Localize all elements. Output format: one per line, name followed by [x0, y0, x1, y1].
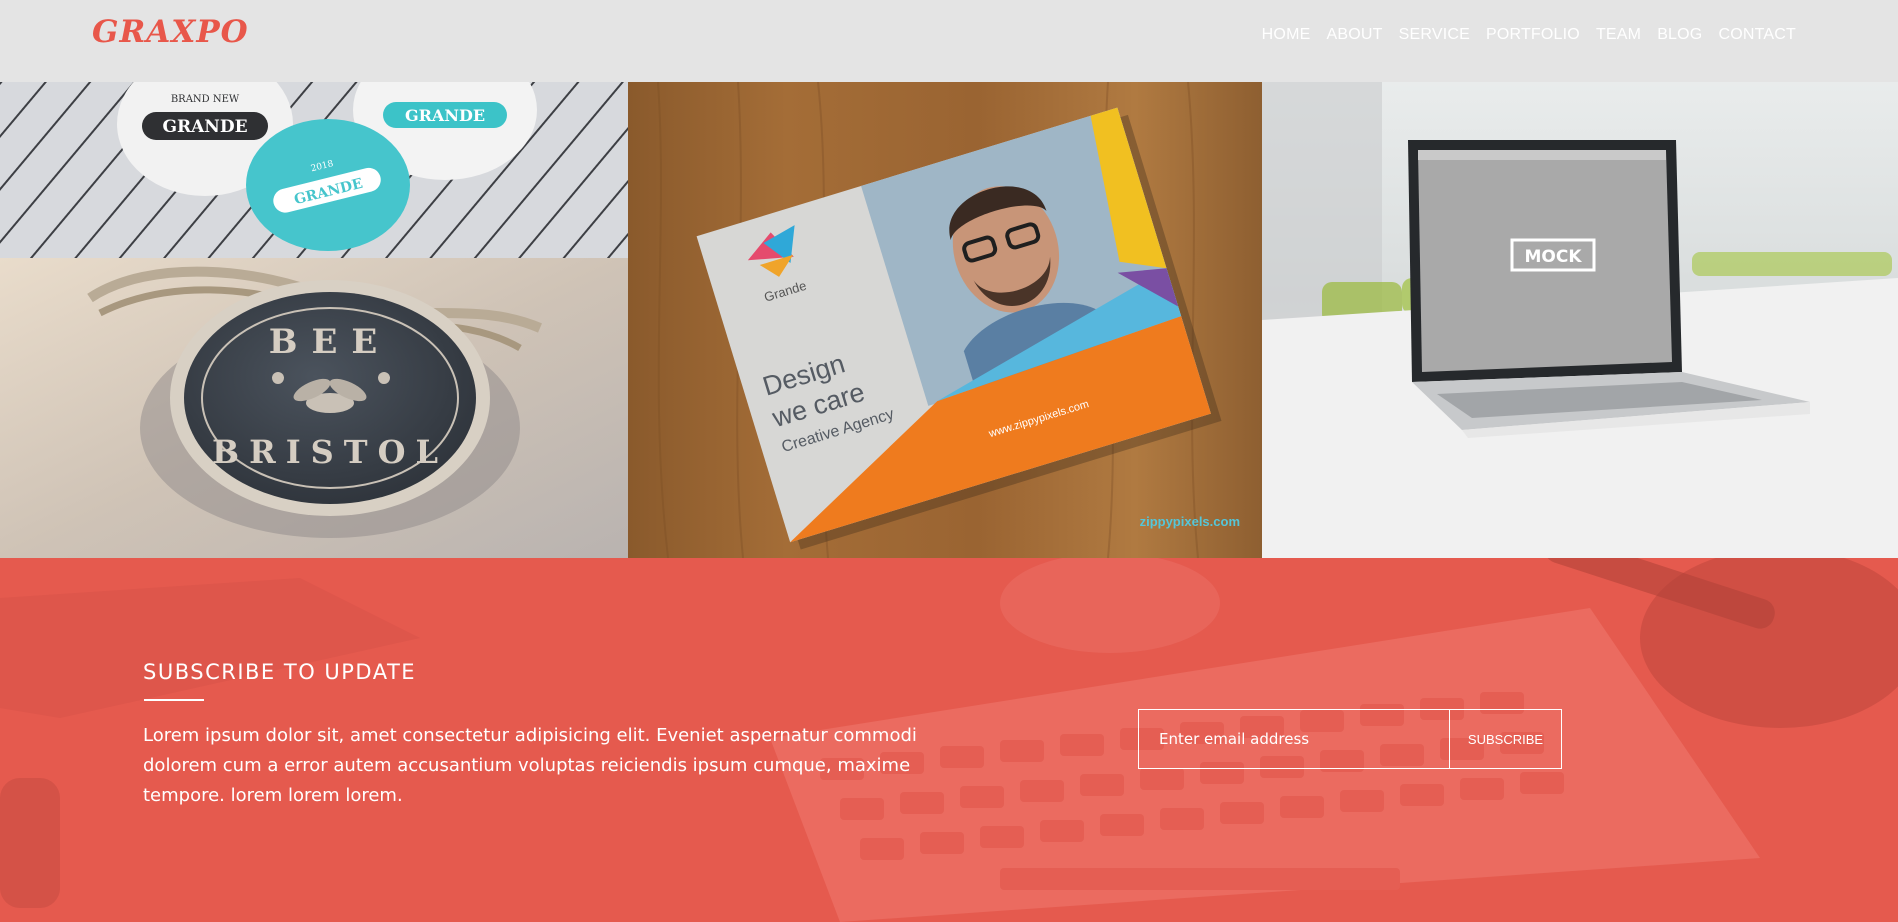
- bee-tag-top-text: BEE: [269, 322, 392, 362]
- subscribe-description: Lorem ipsum dolor sit, amet consectetur …: [143, 725, 917, 806]
- main-nav: HOME ABOUT SERVICE PORTFOLIO TEAM BLOG C…: [1262, 26, 1796, 44]
- nav-team[interactable]: TEAM: [1596, 26, 1641, 44]
- subscribe-section: SUBSCRIBE TO UPDATE Lorem ipsum dolor si…: [0, 558, 1898, 922]
- laptop-screen-text: MOCK: [1524, 247, 1582, 267]
- bee-tag-image: BEE BRISTOL: [0, 258, 628, 558]
- nav-about[interactable]: ABOUT: [1326, 26, 1382, 44]
- portfolio-item-coasters[interactable]: GRANDE BRAND NEW GRANDE GRANDE 2018: [0, 82, 628, 258]
- brochure-watermark: zippypixels.com: [1140, 514, 1240, 529]
- nav-portfolio[interactable]: PORTFOLIO: [1486, 26, 1580, 44]
- portfolio-item-bee-tag[interactable]: BEE BRISTOL: [0, 258, 628, 558]
- coaster-badge-text: GRANDE: [162, 117, 247, 137]
- portfolio-grid: GRANDE BRAND NEW GRANDE GRANDE 2018 BEE …: [0, 82, 1898, 558]
- subscribe-title: SUBSCRIBE TO UPDATE: [143, 660, 417, 684]
- subscribe-title-underline: [144, 699, 204, 701]
- portfolio-item-brochure[interactable]: Grande Design we care Creative Agency ww…: [628, 82, 1262, 558]
- nav-service[interactable]: SERVICE: [1399, 26, 1470, 44]
- bee-tag-bottom-text: BRISTOL: [212, 433, 448, 471]
- coaster-badge-arc: BRAND NEW: [171, 94, 240, 105]
- portfolio-item-laptop[interactable]: MOCK: [1262, 82, 1898, 558]
- brochure-image: Grande Design we care Creative Agency ww…: [628, 82, 1262, 558]
- coasters-image: GRANDE BRAND NEW GRANDE GRANDE 2018: [0, 82, 628, 258]
- nav-contact[interactable]: CONTACT: [1718, 26, 1796, 44]
- subscribe-button[interactable]: SUBSCRIBE: [1449, 710, 1561, 768]
- laptop-image: MOCK: [1262, 82, 1898, 558]
- subscribe-form: SUBSCRIBE: [1138, 709, 1562, 769]
- coaster-badge-text-2: GRANDE: [405, 106, 485, 125]
- email-input[interactable]: [1139, 710, 1449, 768]
- nav-home[interactable]: HOME: [1262, 26, 1311, 44]
- nav-blog[interactable]: BLOG: [1657, 26, 1702, 44]
- site-header: GRAXPO HOME ABOUT SERVICE PORTFOLIO TEAM…: [0, 0, 1898, 82]
- site-logo[interactable]: GRAXPO: [92, 14, 249, 50]
